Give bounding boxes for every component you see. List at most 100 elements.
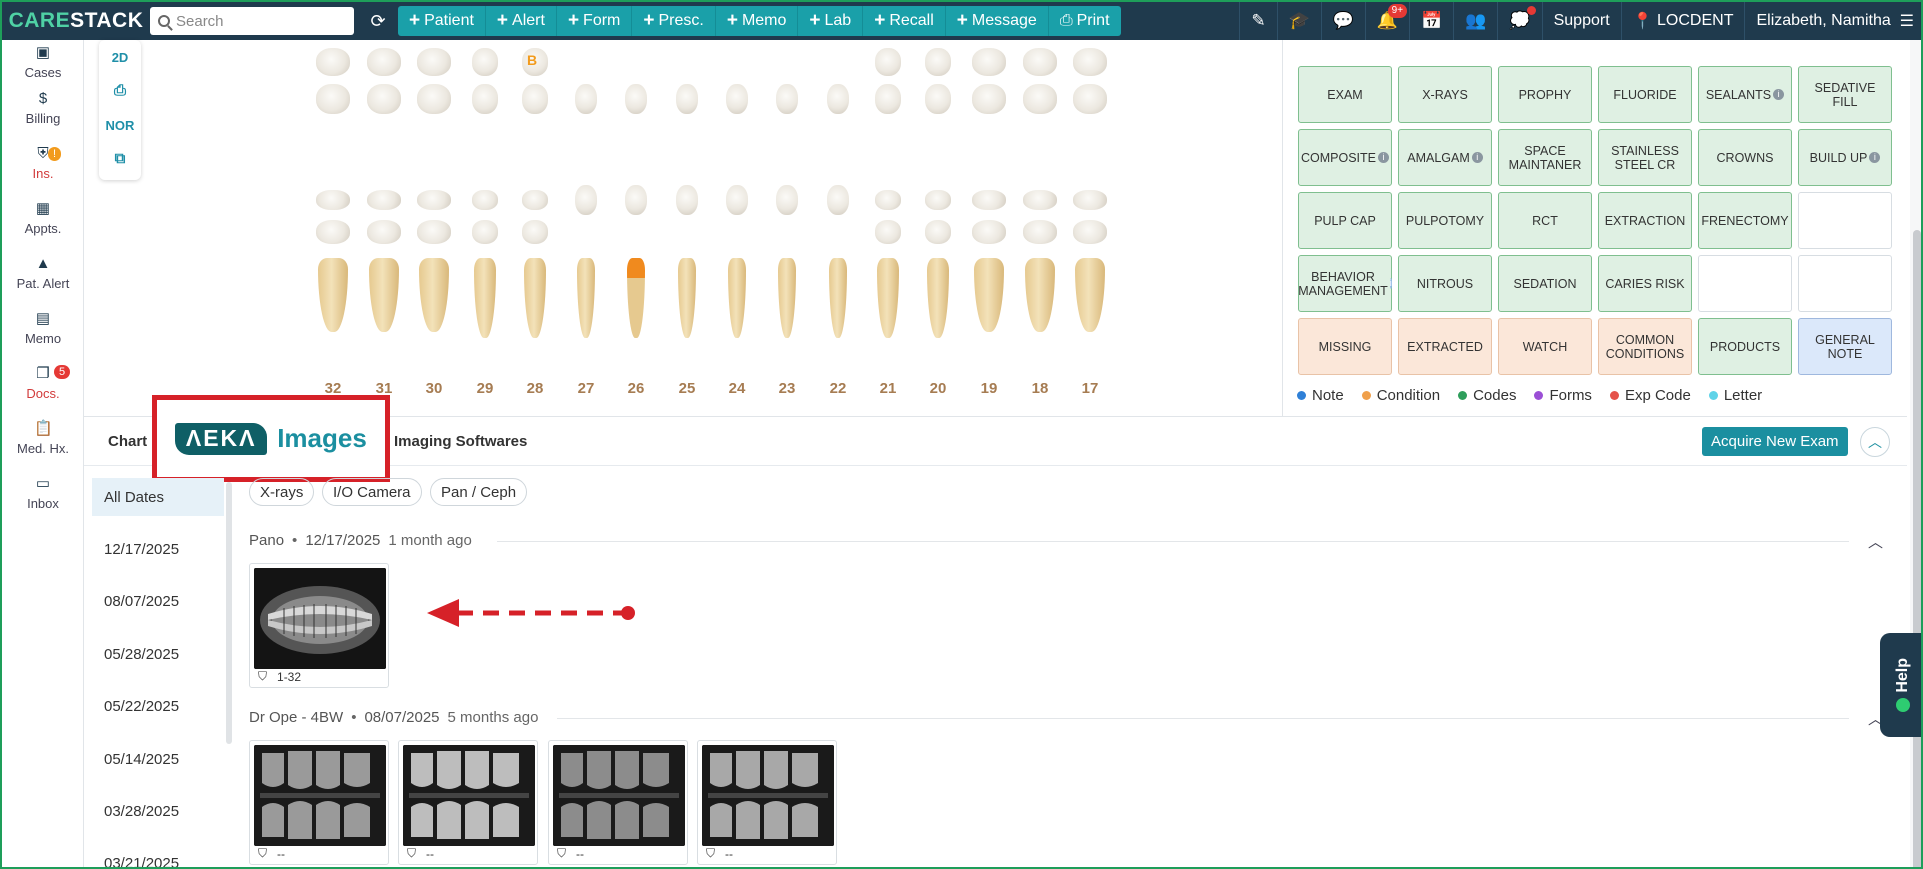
date-item[interactable]: 03/28/2025 — [92, 792, 224, 830]
info-icon[interactable]: i — [1471, 152, 1483, 163]
procedure-button-empty[interactable] — [1798, 255, 1892, 312]
upper-tooth-facial[interactable] — [676, 84, 698, 114]
upper-tooth-occlusal[interactable] — [925, 48, 951, 76]
lower-tooth-occlusal[interactable] — [1023, 190, 1057, 210]
sidebar-item-inbox[interactable]: ▭ Inbox — [2, 475, 84, 511]
lower-tooth-root[interactable] — [778, 258, 796, 338]
xray-thumbnail-bitewing[interactable]: ⛉ -- — [548, 740, 688, 865]
upper-tooth-facial[interactable] — [726, 84, 748, 114]
info-icon[interactable]: i — [1773, 89, 1785, 100]
upper-tooth-facial[interactable] — [316, 84, 350, 114]
filter-io-camera[interactable]: I/O Camera — [322, 478, 422, 506]
date-item[interactable]: 05/28/2025 — [92, 635, 224, 673]
filter-xrays[interactable]: X-rays — [249, 478, 315, 506]
xray-thumbnail-bitewing[interactable]: ⛉ -- — [697, 740, 837, 865]
tooth-number[interactable]: 23 — [767, 380, 807, 397]
procedure-button-amalgam[interactable]: AMALGAM i — [1398, 129, 1492, 186]
procedure-button-behavior-management[interactable]: BEHAVIOR MANAGEMENT i — [1298, 255, 1392, 312]
procedure-button-extracted[interactable]: EXTRACTED — [1398, 318, 1492, 375]
copy-chart-icon[interactable]: ⧉ — [99, 150, 141, 167]
lower-tooth-occlusal[interactable] — [1073, 190, 1107, 210]
tooth-number[interactable]: 30 — [414, 380, 454, 397]
chat-icon[interactable]: 💬 — [1320, 2, 1365, 40]
calendar-icon[interactable]: 📅 — [1409, 2, 1453, 40]
upper-tooth-facial[interactable] — [625, 84, 647, 114]
add-alert-button[interactable]: + Alert — [486, 6, 557, 36]
procedure-button-space-maintaner[interactable]: SPACE MAINTANER — [1498, 129, 1592, 186]
lower-tooth-occlusal[interactable] — [472, 190, 498, 210]
upper-tooth-occlusal[interactable] — [972, 48, 1006, 76]
upper-tooth-occlusal[interactable] — [1073, 48, 1107, 76]
sidebar-item-cases[interactable]: ▣ Cases — [2, 44, 84, 80]
lower-tooth-facial[interactable] — [875, 220, 901, 244]
lower-tooth-occlusal[interactable] — [875, 190, 901, 210]
tooth-number[interactable]: 28 — [515, 380, 555, 397]
tooth-number[interactable]: 18 — [1020, 380, 1060, 397]
lower-tooth-root[interactable] — [829, 258, 847, 338]
procedure-button-general-note[interactable]: GENERAL NOTE — [1798, 318, 1892, 375]
page-scrollbar-thumb[interactable] — [1913, 230, 1921, 867]
sidebar-item-patient-alert[interactable]: ▲ Pat. Alert — [2, 255, 84, 291]
lower-tooth-facial[interactable] — [1023, 220, 1057, 244]
procedure-button-empty[interactable] — [1798, 192, 1892, 249]
tooth-number[interactable]: 19 — [969, 380, 1009, 397]
upper-tooth-facial[interactable] — [1073, 84, 1107, 114]
upper-tooth-facial[interactable] — [827, 84, 849, 114]
procedure-button-build-up[interactable]: BUILD UP i — [1798, 129, 1892, 186]
lower-tooth-root[interactable] — [524, 258, 546, 338]
procedure-button-fluoride[interactable]: FLUORIDE — [1598, 66, 1692, 123]
info-icon[interactable]: i — [1389, 278, 1392, 289]
search-input[interactable]: Search — [150, 7, 354, 35]
upper-tooth-occlusal[interactable] — [417, 48, 451, 76]
add-form-button[interactable]: + Form — [557, 6, 633, 36]
upper-tooth-occlusal[interactable] — [1023, 48, 1057, 76]
lower-tooth-root[interactable] — [627, 258, 645, 338]
tooth-number[interactable]: 27 — [566, 380, 606, 397]
procedure-button-stainless-steel-cr[interactable]: STAINLESS STEEL CR — [1598, 129, 1692, 186]
procedure-button-sealants[interactable]: SEALANTS i — [1698, 66, 1792, 123]
lower-tooth-root[interactable] — [678, 258, 696, 338]
procedure-button-watch[interactable]: WATCH — [1498, 318, 1592, 375]
lower-tooth-root[interactable] — [577, 258, 595, 338]
upper-tooth-facial[interactable] — [417, 84, 451, 114]
location-selector[interactable]: 📍 LOCDENT — [1620, 2, 1745, 40]
lower-tooth-occlusal[interactable] — [676, 185, 698, 215]
procedure-button-crowns[interactable]: CROWNS — [1698, 129, 1792, 186]
lower-tooth-occlusal[interactable] — [522, 190, 548, 210]
lower-tooth-facial[interactable] — [316, 220, 350, 244]
lower-tooth-root[interactable] — [927, 258, 949, 338]
upper-tooth-facial[interactable] — [1023, 84, 1057, 114]
lower-tooth-occlusal[interactable] — [625, 185, 647, 215]
procedure-button-composite[interactable]: COMPOSITE i — [1298, 129, 1392, 186]
upper-tooth-facial[interactable] — [776, 84, 798, 114]
lower-tooth-occlusal[interactable] — [417, 190, 451, 210]
lower-tooth-root[interactable] — [419, 258, 449, 332]
lower-tooth-facial[interactable] — [417, 220, 451, 244]
sidebar-item-documents[interactable]: ❐ Docs. 5 — [2, 365, 84, 401]
procedure-button-empty[interactable] — [1698, 255, 1792, 312]
date-item[interactable]: 03/21/2025 — [92, 844, 224, 868]
xray-thumbnail-bitewing[interactable]: ⛉ -- — [398, 740, 538, 865]
lower-tooth-occlusal[interactable] — [367, 190, 401, 210]
upper-tooth-facial[interactable] — [972, 84, 1006, 114]
user-menu[interactable]: Elizabeth, Namitha ☰ — [1744, 2, 1921, 40]
sidebar-item-insurance[interactable]: ⛨ Ins.! — [2, 145, 84, 181]
xray-thumbnail-pano[interactable]: ⛉ 1-32 — [249, 563, 389, 688]
upper-tooth-facial[interactable] — [472, 84, 498, 114]
lower-tooth-root[interactable] — [877, 258, 899, 338]
add-recall-button[interactable]: + Recall — [863, 6, 946, 36]
lower-tooth-occlusal[interactable] — [925, 190, 951, 210]
bell-icon[interactable]: 🔔 9+ — [1364, 2, 1409, 40]
lower-tooth-facial[interactable] — [925, 220, 951, 244]
date-item[interactable]: 12/17/2025 — [92, 530, 224, 568]
lower-tooth-occlusal[interactable] — [776, 185, 798, 215]
lower-tooth-root[interactable] — [1025, 258, 1055, 332]
tooth-number[interactable]: 22 — [818, 380, 858, 397]
date-list-scrollbar[interactable] — [226, 482, 232, 744]
lower-tooth-occlusal[interactable] — [726, 185, 748, 215]
add-prescription-button[interactable]: + Presc. — [632, 6, 716, 36]
upper-tooth-facial[interactable] — [925, 84, 951, 114]
filter-pan-ceph[interactable]: Pan / Ceph — [430, 478, 528, 506]
procedure-button-common-conditions[interactable]: COMMON CONDITIONS — [1598, 318, 1692, 375]
notes-icon[interactable]: ✎ — [1239, 2, 1276, 40]
